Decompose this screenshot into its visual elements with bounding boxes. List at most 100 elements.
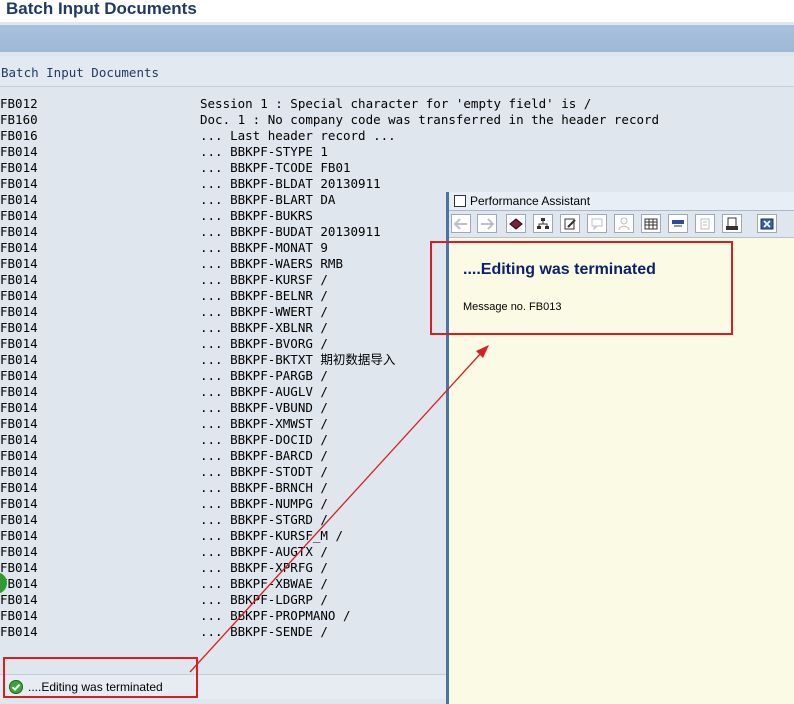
log-row: FB014 ... BBKPF-BVORG / xyxy=(0,336,446,352)
log-code: FB014 xyxy=(0,272,38,287)
log-code: FB014 xyxy=(0,320,38,335)
list-title: Batch Input Documents xyxy=(1,65,160,80)
log-row: FB014 ... BBKPF-KURSF_M / xyxy=(0,528,446,544)
print-icon[interactable] xyxy=(722,214,742,233)
structure-icon[interactable] xyxy=(533,214,553,233)
person-icon[interactable] xyxy=(614,214,634,233)
log-row: FB014 ... BBKPF-PROPMANO / xyxy=(0,608,446,624)
back-arrow-icon[interactable] xyxy=(451,214,471,233)
log-message: ... BBKPF-BVORG / xyxy=(200,336,328,351)
log-row: FB014 ... BBKPF-BLDAT 20130911 xyxy=(0,176,446,192)
log-code: FB014 xyxy=(0,240,38,255)
log-code: FB014 xyxy=(0,208,38,223)
log-row: FB014 ... BBKPF-AUGLV / xyxy=(0,384,446,400)
log-code: FB014 xyxy=(0,192,38,207)
log-message: ... BBKPF-VBUND / xyxy=(200,400,328,415)
log-code: FB014 xyxy=(0,416,38,431)
log-row: FB014 ... BBKPF-PARGB / xyxy=(0,368,446,384)
log-message: ... BBKPF-LDGRP / xyxy=(200,592,328,607)
log-list: FB012Session 1 : Special character for '… xyxy=(0,88,446,674)
log-row: FB014 ... BBKPF-MONAT 9 xyxy=(0,240,446,256)
log-code: FB014 xyxy=(0,544,38,559)
log-message: ... BBKPF-WWERT / xyxy=(200,304,328,319)
log-code: FB016 xyxy=(0,128,38,143)
log-message: ... BBKPF-STYPE 1 xyxy=(200,144,328,159)
log-row: FB014 ... BBKPF-XBLNR / xyxy=(0,320,446,336)
log-code: FB014 xyxy=(0,608,38,623)
log-row: FB014 ... BBKPF-WWERT / xyxy=(0,304,446,320)
pa-title: Performance Assistant xyxy=(470,194,591,208)
annotation-icon[interactable] xyxy=(587,214,607,233)
log-code: FB014 xyxy=(0,448,38,463)
log-code: FB014 xyxy=(0,464,38,479)
close-icon[interactable] xyxy=(757,214,777,233)
log-row: FB014 ... BBKPF-BRNCH / xyxy=(0,480,446,496)
log-row: FB014 ... BBKPF-STGRD / xyxy=(0,512,446,528)
window-icon xyxy=(454,195,466,207)
log-message: ... BBKPF-BRNCH / xyxy=(200,480,328,495)
edit-icon[interactable] xyxy=(560,214,580,233)
log-code: FB014 xyxy=(0,368,38,383)
book-icon[interactable] xyxy=(506,214,526,233)
log-code: FB014 xyxy=(0,528,38,543)
pa-title-bar[interactable]: Performance Assistant xyxy=(449,192,794,211)
log-row: FB014... BBKPF-XBWAE / xyxy=(0,576,446,592)
log-row: FB014 ... BBKPF-KURSF / xyxy=(0,272,446,288)
log-message: ... BBKPF-AUGLV / xyxy=(200,384,328,399)
log-code: FB014 xyxy=(0,400,38,415)
table-icon[interactable] xyxy=(641,214,661,233)
log-code: FB014 xyxy=(0,480,38,495)
highlight-box-status xyxy=(3,657,198,698)
log-row: FB014 ... BBKPF-BELNR / xyxy=(0,288,446,304)
log-message: ... BBKPF-BUDAT 20130911 xyxy=(200,224,381,239)
log-message: ... BBKPF-XMWST / xyxy=(200,416,328,431)
pa-toolbar xyxy=(449,211,794,238)
log-row: FB014 ... BBKPF-XMWST / xyxy=(0,416,446,432)
flag-icon[interactable] xyxy=(668,214,688,233)
log-row: FB014 ... BBKPF-LDGRP / xyxy=(0,592,446,608)
log-code: FB014 xyxy=(0,288,38,303)
log-message: ... BBKPF-KURSF / xyxy=(200,272,328,287)
log-row: FB014 ... BBKPF-XPRFG / xyxy=(0,560,446,576)
log-message: ... BBKPF-NUMPG / xyxy=(200,496,328,511)
log-message: ... BBKPF-BELNR / xyxy=(200,288,328,303)
log-message-overflow: Session 1 : Special character for 'empty… xyxy=(200,96,592,111)
log-code: FB014 xyxy=(0,336,38,351)
log-code: FB014 xyxy=(0,624,38,639)
log-message: ... BBKPF-BLDAT 20130911 xyxy=(200,176,381,191)
log-code: FB014 xyxy=(0,176,38,191)
log-message: ... BBKPF-DOCID / xyxy=(200,432,328,447)
settings-icon[interactable] xyxy=(695,214,715,233)
log-code: FB160 xyxy=(0,112,38,127)
log-row: FB014 ... BBKPF-TCODE FB01 xyxy=(0,160,446,176)
log-code: FB014 xyxy=(0,304,38,319)
log-message-overflow: Doc. 1 : No company code was transferred… xyxy=(200,112,660,127)
log-code: FB014 xyxy=(0,384,38,399)
log-row: FB014 ... BBKPF-SENDE / xyxy=(0,624,446,640)
application-toolbar xyxy=(0,25,794,52)
log-message: ... BBKPF-SENDE / xyxy=(200,624,328,639)
log-message: ... BBKPF-BKTXT 期初数据导入 xyxy=(200,352,396,367)
log-code: FB014 xyxy=(0,352,38,367)
log-code: FB014 xyxy=(0,592,38,607)
log-message: ... BBKPF-STGRD / xyxy=(200,512,328,527)
log-code: FB014 xyxy=(0,512,38,527)
forward-arrow-icon[interactable] xyxy=(477,214,497,233)
log-code: FB014 xyxy=(0,256,38,271)
log-row: FB014 ... BBKPF-STYPE 1 xyxy=(0,144,446,160)
log-message: ... BBKPF-XPRFG / xyxy=(200,560,328,575)
log-message: ... BBKPF-BARCD / xyxy=(200,448,328,463)
log-row: FB016 ... Last header record ... xyxy=(0,128,446,144)
log-row: FB014 ... BBKPF-VBUND / xyxy=(0,400,446,416)
log-message: ... BBKPF-BLART DA xyxy=(200,192,336,207)
log-message: ... BBKPF-MONAT 9 xyxy=(200,240,328,255)
list-header: Batch Input Documents xyxy=(0,56,794,87)
log-message: ... BBKPF-BUKRS xyxy=(200,208,313,223)
log-row: FB014 ... BBKPF-STODT / xyxy=(0,464,446,480)
log-message: ... BBKPF-XBLNR / xyxy=(200,320,328,335)
log-row: FB014 ... BBKPF-NUMPG / xyxy=(0,496,446,512)
log-message: ... BBKPF-XBWAE / xyxy=(200,576,328,591)
window-title: Batch Input Documents xyxy=(6,0,197,18)
log-code: FB014 xyxy=(0,432,38,447)
log-code: FB014 xyxy=(0,496,38,511)
